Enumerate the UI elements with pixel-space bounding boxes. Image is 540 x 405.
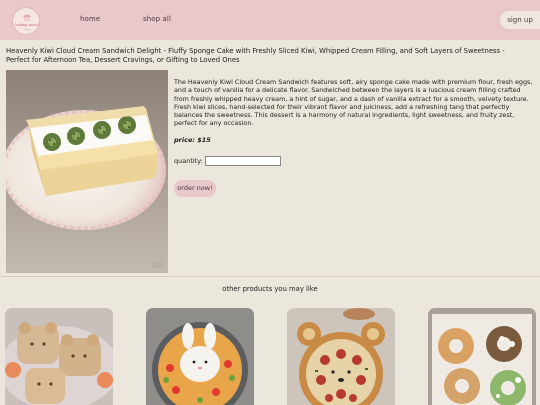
nav-link-home[interactable]: home xyxy=(80,15,100,23)
section-divider xyxy=(0,276,540,277)
related-products-heading: other products you may like xyxy=(222,285,318,293)
sign-up-button[interactable]: sign up xyxy=(500,11,540,29)
quantity-label: quantity: xyxy=(174,157,203,165)
nav-link-shop-all[interactable]: shop all xyxy=(143,15,171,23)
site-header: baking mood ✿ ✿ ✿ home shop all sign up xyxy=(0,0,540,40)
quantity-input[interactable] xyxy=(205,156,281,166)
related-product-card[interactable] xyxy=(146,308,254,405)
related-product-card[interactable] xyxy=(428,308,536,405)
related-product-card[interactable] xyxy=(5,308,113,405)
product-price: price: $15 xyxy=(174,136,211,144)
product-image xyxy=(6,70,168,273)
related-product-card[interactable] xyxy=(287,308,395,405)
svg-text:✿ ✿ ✿: ✿ ✿ ✿ xyxy=(24,28,30,31)
product-description: The Heavenly Kiwi Cloud Cream Sandwich f… xyxy=(174,78,533,128)
logo-text: baking mood xyxy=(15,23,39,27)
brand-logo[interactable]: baking mood ✿ ✿ ✿ xyxy=(12,7,40,35)
product-title: Heavenly Kiwi Cloud Cream Sandwich Delig… xyxy=(6,47,505,64)
order-now-button[interactable]: order now! xyxy=(174,180,216,197)
